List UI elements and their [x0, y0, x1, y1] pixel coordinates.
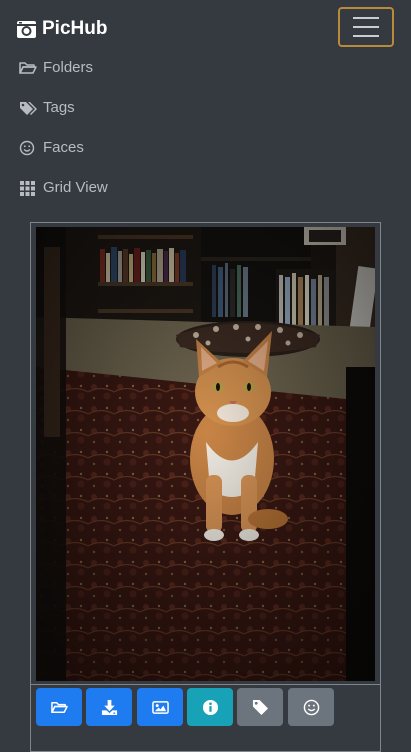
brand-link[interactable]: PicHub — [16, 18, 107, 40]
hamburger-icon — [353, 17, 379, 19]
info-button[interactable] — [187, 688, 233, 726]
info-icon — [202, 699, 218, 715]
smile-icon — [303, 699, 319, 715]
navbar-toggler-button[interactable] — [338, 7, 394, 47]
open-folder-button[interactable] — [36, 688, 82, 726]
nav-grid-view[interactable]: Grid View — [19, 179, 108, 196]
tag-icon — [252, 699, 268, 715]
grid-icon — [20, 180, 35, 196]
brand-name: PicHub — [42, 18, 108, 39]
hamburger-icon-bar — [353, 35, 379, 37]
image-icon — [151, 700, 169, 714]
card-divider — [31, 684, 380, 685]
cat-photo[interactable] — [36, 227, 375, 681]
download-icon — [101, 699, 117, 715]
nav-faces[interactable]: Faces — [19, 139, 84, 156]
camera-icon — [17, 21, 36, 38]
nav-faces-label: Faces — [43, 139, 84, 156]
folder-open-icon — [50, 701, 68, 713]
tag-button[interactable] — [237, 688, 283, 726]
folder-open-icon — [19, 61, 37, 74]
nav-folders[interactable]: Folders — [19, 59, 93, 76]
navbar: PicHub — [0, 0, 411, 58]
smile-icon — [19, 140, 35, 155]
nav-grid-view-label: Grid View — [43, 179, 108, 196]
photo-card — [30, 222, 381, 752]
hamburger-icon-bar — [353, 26, 379, 28]
tags-icon — [20, 101, 37, 115]
download-button[interactable] — [86, 688, 132, 726]
view-image-button[interactable] — [137, 688, 183, 726]
nav-tags[interactable]: Tags — [19, 99, 75, 116]
nav-folders-label: Folders — [43, 59, 94, 76]
faces-button[interactable] — [288, 688, 334, 726]
cat-photo-image — [36, 227, 375, 681]
nav-tags-label: Tags — [43, 99, 75, 116]
